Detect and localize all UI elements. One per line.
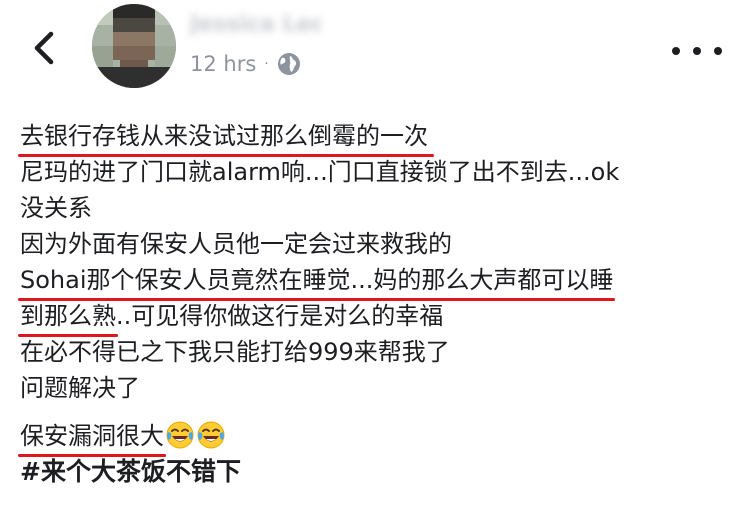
back-button[interactable] [24, 28, 64, 68]
underlined-text: Sohai那个保安人员竟然在睡觉...妈的那么大声都可以睡 [17, 262, 616, 301]
post-line-5: Sohai那个保安人员竟然在睡觉...妈的那么大声都可以睡 [17, 262, 730, 301]
post-line-6: 到那么熟..可见得你做这行是对么的幸福 [18, 298, 730, 337]
face-with-tears-of-joy-icon [166, 421, 194, 449]
chevron-left-icon [34, 31, 54, 65]
meta-separator: · [264, 56, 269, 72]
poster-name[interactable]: Jessica Lee [190, 12, 320, 38]
post-header: Jessica Lee 12 hrs · [0, 0, 746, 100]
post-line-8: 问题解决了 [20, 374, 140, 402]
globe-icon[interactable] [277, 52, 301, 76]
post-line-7: 在必不得已之下我只能打给999来帮我了 [20, 338, 450, 366]
post-timestamp[interactable]: 12 hrs [190, 52, 256, 76]
underlined-text: 到那么熟 [18, 298, 118, 337]
post-body: 去银行存钱从来没试过那么倒霉的一次 尼玛的进了门口就alarm响...门口直接锁… [17, 118, 730, 490]
post-line-2: 尼玛的进了门口就alarm响...门口直接锁了出不到去...ok [20, 158, 620, 186]
more-options-button[interactable] [672, 36, 722, 66]
underlined-text: 去银行存钱从来没试过那么倒霉的一次 [18, 118, 434, 157]
pixelated-avatar-image [92, 4, 176, 88]
post-line-1: 去银行存钱从来没试过那么倒霉的一次 [18, 118, 730, 157]
post-line-4: 因为外面有保安人员他一定会过来救我的 [20, 230, 452, 258]
post-line-9: 保安漏洞很大 [18, 418, 730, 457]
post-line-3: 没关系 [20, 194, 92, 222]
post-line-6-rest: ..可见得你做这行是对么的幸福 [116, 302, 444, 330]
underlined-text: 保安漏洞很大 [18, 418, 166, 457]
more-horizontal-icon-dot-2 [693, 47, 701, 55]
avatar[interactable] [92, 4, 176, 88]
more-horizontal-icon-dot-1 [672, 47, 680, 55]
face-with-tears-of-joy-icon [197, 421, 225, 449]
hashtag-link[interactable]: #来个大茶饭不错下 [20, 454, 730, 490]
more-horizontal-icon-dot-3 [714, 47, 722, 55]
post-meta: 12 hrs · [190, 52, 301, 76]
